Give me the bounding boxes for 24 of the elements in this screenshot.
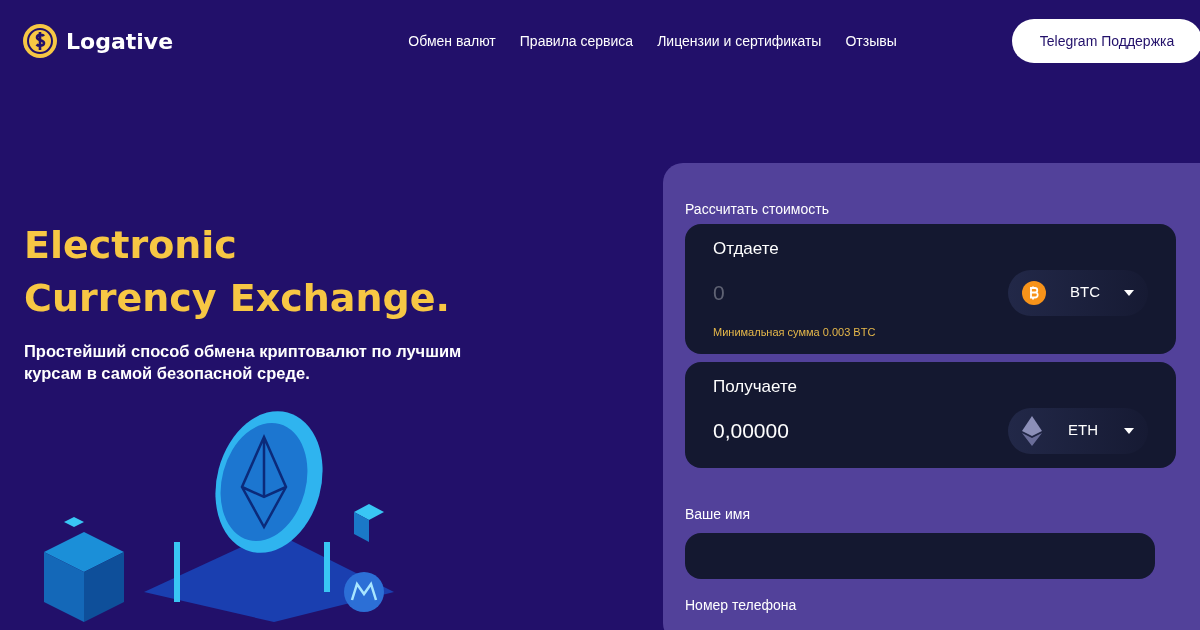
nav-link[interactable]: Отзывы <box>845 30 897 52</box>
minimum-amount-note: Минимальная сумма 0.003 BTC <box>713 324 877 340</box>
calculator-title: Рассчитать стоимость <box>685 200 830 219</box>
nav-link[interactable]: Обмен валют <box>408 30 496 52</box>
telegram-support-button[interactable]: Telegram Поддержка <box>1012 19 1200 63</box>
field-label: Ваше имя <box>685 504 752 524</box>
nav-link[interactable]: Правила сервиса <box>519 30 634 52</box>
logo-text: Logative <box>66 27 174 56</box>
panel-label: Получаете <box>713 376 798 398</box>
hero-title: Electronic Currency Exchange. <box>24 222 451 323</box>
ethereum-icon <box>1022 415 1042 446</box>
dollar-coin-icon <box>22 23 58 59</box>
currency-select[interactable]: ETH <box>1008 407 1148 454</box>
nav-link[interactable]: Лицензии и сертификаты <box>657 30 822 52</box>
panel-label: Отдаете <box>713 238 780 260</box>
caret-icon <box>1124 289 1134 296</box>
field-label: Номер телефона <box>685 595 798 615</box>
currency-select[interactable]: BTC <box>1008 269 1148 316</box>
caret-icon <box>1124 427 1134 434</box>
text-input-field[interactable] <box>685 532 1155 579</box>
amount-input[interactable]: 0,00000 <box>713 414 933 447</box>
amount-input[interactable]: 0 <box>713 276 933 309</box>
bitcoin-icon <box>1022 280 1046 305</box>
hero-subtitle: Простейший способ обмена криптовалют по лучшим курсам в самой безопасной среде. <box>24 341 463 384</box>
